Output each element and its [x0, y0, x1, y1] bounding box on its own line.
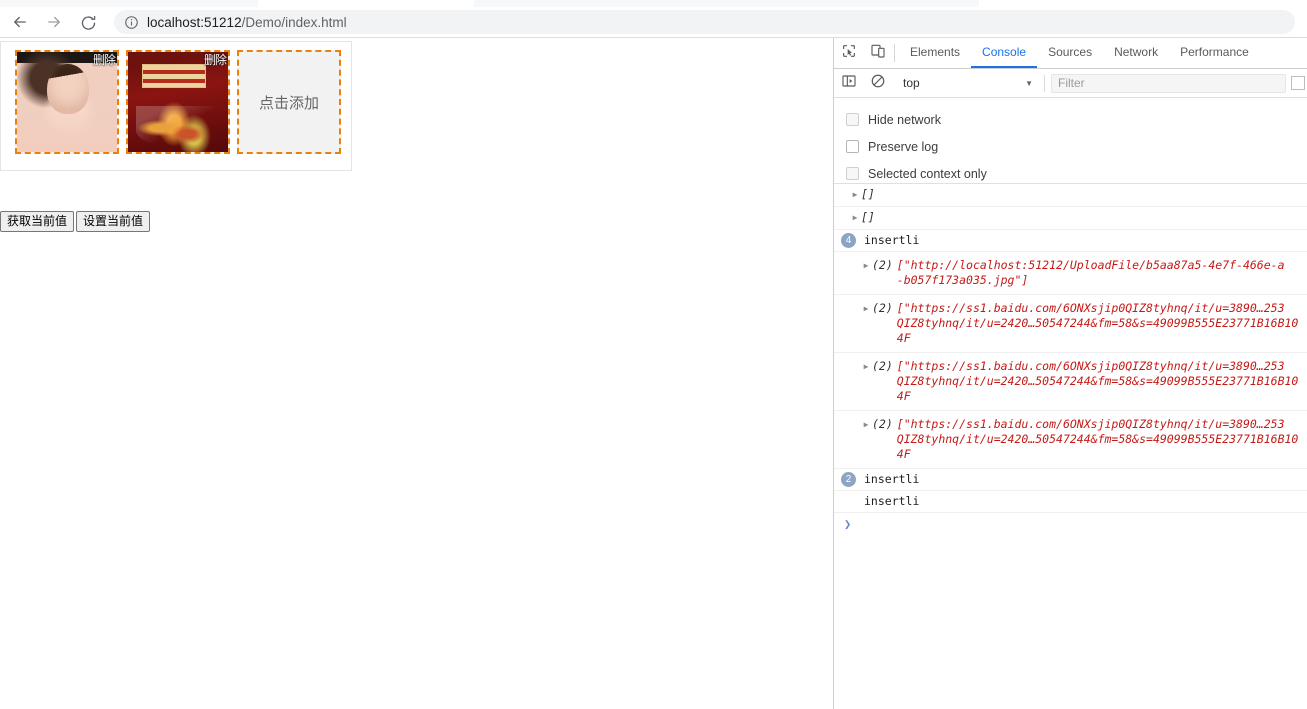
tab-ghost-3 [979, 0, 1307, 7]
tab-sources[interactable]: Sources [1037, 38, 1103, 68]
back-arrow-icon [11, 13, 29, 31]
console-sidebar-icon [841, 73, 857, 94]
console-message: [] [861, 210, 875, 224]
selected-context-only-checkbox[interactable] [846, 167, 859, 180]
execution-context-value: top [903, 76, 920, 90]
toolbar-divider [894, 44, 895, 62]
inspect-element-button[interactable] [834, 38, 863, 68]
repeat-count-badge: 2 [841, 472, 856, 487]
forward-arrow-icon [45, 13, 63, 31]
hide-network-checkbox[interactable] [846, 113, 859, 126]
get-current-value-button[interactable]: 获取当前值 [0, 211, 75, 232]
reload-icon [80, 14, 97, 31]
option-label: Preserve log [868, 139, 939, 154]
browser-toolbar: localhost:51212/Demo/index.html [0, 7, 1307, 38]
device-toolbar-button[interactable] [863, 38, 892, 68]
array-length: (2) [872, 359, 893, 373]
page-viewport: 删除 删除 点击添加 获取当前值 设置当前值 [0, 38, 832, 709]
console-message: ["https://ss1.baidu.com/6ONXsjip0QIZ8tyh… [896, 417, 1299, 461]
console-prompt[interactable]: ❯ [834, 513, 1307, 531]
url-path: /Demo/index.html [241, 14, 347, 30]
console-message: ["http://localhost:51212/UploadFile/b5aa… [896, 258, 1285, 287]
console-settings-options: Hide network Preserve log Selected conte… [834, 98, 1307, 184]
console-message: insertli [864, 494, 920, 508]
option-preserve-log[interactable]: Preserve log [846, 133, 1307, 160]
thumbnail-item[interactable]: 删除 [126, 50, 230, 154]
action-button-row: 获取当前值 设置当前值 [0, 211, 152, 232]
option-label: Selected context only [868, 166, 987, 181]
tab-strip [0, 0, 1307, 7]
thumbnail-image [17, 52, 117, 152]
execution-context-select[interactable]: top ▼ [898, 73, 1038, 93]
console-filter-bar: top ▼ Filter [834, 69, 1307, 98]
array-length: (2) [872, 258, 893, 272]
delete-thumbnail-label[interactable]: 删除 [93, 53, 116, 67]
console-row[interactable]: ▶ [] [834, 207, 1307, 230]
console-message: ["https://ss1.baidu.com/6ONXsjip0QIZ8tyh… [896, 301, 1299, 345]
clear-console-button[interactable] [863, 73, 892, 94]
chevron-down-icon: ▼ [1025, 78, 1033, 88]
option-hide-network[interactable]: Hide network [846, 106, 1307, 133]
image-uploader-panel: 删除 删除 点击添加 [0, 41, 352, 171]
address-bar[interactable]: localhost:51212/Demo/index.html [114, 10, 1295, 34]
preserve-log-checkbox[interactable] [846, 140, 859, 153]
badge-spacer [841, 494, 856, 509]
devtools-tabbar: Elements Console Sources Network Perform… [834, 38, 1307, 69]
console-log-area[interactable]: ▶ [] ▶ [] 4 insertli ▶ (2) ["http://loca… [834, 184, 1307, 709]
array-length: (2) [872, 301, 893, 315]
console-row[interactable]: ▶ (2) ["http://localhost:51212/UploadFil… [834, 252, 1307, 295]
thumbnail-item[interactable]: 删除 [15, 50, 119, 154]
add-image-button[interactable]: 点击添加 [237, 50, 341, 154]
console-message: ["https://ss1.baidu.com/6ONXsjip0QIZ8tyh… [896, 359, 1299, 403]
filter-divider [1044, 74, 1045, 92]
console-message: insertli [864, 233, 920, 247]
console-row[interactable]: 2 insertli [834, 469, 1307, 491]
reload-button[interactable] [74, 8, 102, 36]
devtools-panel: Elements Console Sources Network Perform… [833, 38, 1307, 709]
tab-performance[interactable]: Performance [1169, 38, 1260, 68]
console-sidebar-button[interactable] [834, 73, 863, 94]
clear-console-icon [870, 73, 886, 94]
forward-button[interactable] [40, 8, 68, 36]
option-selected-context-only[interactable]: Selected context only [846, 160, 1307, 187]
expand-arrow-icon[interactable]: ▶ [860, 301, 872, 317]
url-host: localhost:51212 [147, 14, 242, 30]
console-filter-input[interactable]: Filter [1051, 73, 1286, 93]
console-row[interactable]: 4 insertli [834, 230, 1307, 252]
tab-ghost-2 [474, 0, 979, 7]
thumbnail-image [128, 52, 228, 152]
tab-console[interactable]: Console [971, 38, 1038, 68]
tab-ghost-active [258, 0, 474, 7]
array-length: (2) [872, 417, 893, 431]
set-current-value-button[interactable]: 设置当前值 [76, 211, 151, 232]
repeat-count-badge: 4 [841, 233, 856, 248]
expand-arrow-icon[interactable]: ▶ [860, 359, 872, 375]
expand-arrow-icon[interactable]: ▶ [849, 187, 861, 203]
console-message: [] [861, 187, 875, 201]
console-row[interactable]: insertli [834, 491, 1307, 513]
tab-elements[interactable]: Elements [899, 38, 971, 68]
info-circle-icon[interactable] [124, 15, 139, 30]
console-message: insertli [864, 472, 920, 486]
expand-arrow-icon[interactable]: ▶ [860, 417, 872, 433]
log-levels-icon[interactable] [1291, 76, 1305, 90]
option-label: Hide network [868, 112, 941, 127]
back-button[interactable] [6, 8, 34, 36]
thumbnail-list: 删除 删除 点击添加 [15, 50, 351, 154]
expand-arrow-icon[interactable]: ▶ [860, 258, 872, 274]
delete-thumbnail-label[interactable]: 删除 [204, 53, 227, 67]
console-row[interactable]: ▶ [] [834, 184, 1307, 207]
console-row[interactable]: ▶ (2) ["https://ss1.baidu.com/6ONXsjip0Q… [834, 353, 1307, 411]
tab-network[interactable]: Network [1103, 38, 1169, 68]
device-toolbar-icon [870, 43, 886, 64]
console-row[interactable]: ▶ (2) ["https://ss1.baidu.com/6ONXsjip0Q… [834, 411, 1307, 469]
tab-ghost-1 [0, 0, 258, 7]
expand-arrow-icon[interactable]: ▶ [849, 210, 861, 226]
inspect-element-icon [841, 43, 857, 64]
url-text: localhost:51212/Demo/index.html [147, 15, 347, 30]
console-row[interactable]: ▶ (2) ["https://ss1.baidu.com/6ONXsjip0Q… [834, 295, 1307, 353]
